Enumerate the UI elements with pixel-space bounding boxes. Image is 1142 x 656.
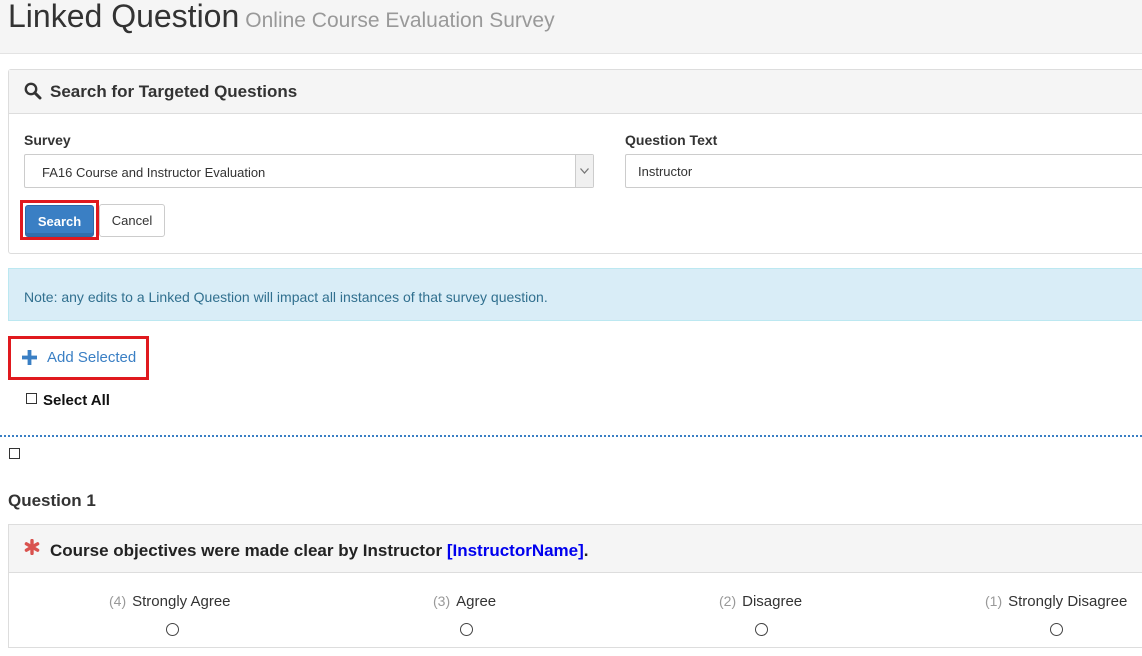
question-text: Course objectives were made clear by Ins…	[50, 541, 589, 561]
piped-field: [InstructorName]	[446, 541, 584, 560]
search-button[interactable]: Search	[25, 205, 94, 237]
question-text-label: Question Text	[625, 132, 718, 148]
survey-select-value: FA16 Course and Instructor Evaluation	[42, 165, 266, 180]
cancel-button[interactable]: Cancel	[99, 204, 165, 237]
select-all-label[interactable]: Select All	[43, 392, 110, 409]
survey-select[interactable]: FA16 Course and Instructor Evaluation	[24, 154, 594, 188]
option-label: (3) Agree	[433, 593, 496, 610]
search-panel-title: Search for Targeted Questions	[50, 82, 298, 101]
info-note: Note: any edits to a Linked Question wil…	[8, 268, 1142, 321]
chevron-down-icon[interactable]	[575, 155, 593, 187]
add-selected-label: Add Selected	[47, 349, 137, 366]
page-subtitle: Online Course Evaluation Survey	[245, 9, 555, 32]
option-score: (2)	[719, 593, 737, 609]
question-text-end: .	[583, 541, 589, 560]
question-text-input[interactable]	[625, 154, 1142, 188]
question-text-main: Course objectives were made clear by Ins…	[50, 541, 447, 560]
required-asterisk-icon	[24, 538, 40, 560]
option-text: Strongly Agree	[132, 593, 231, 610]
option-score: (4)	[109, 593, 127, 609]
option-radio[interactable]	[1050, 623, 1063, 636]
page-title-text: Linked Question	[8, 0, 240, 34]
search-icon	[24, 82, 42, 105]
option-radio[interactable]	[166, 623, 179, 636]
option-score: (3)	[433, 593, 451, 609]
search-panel-heading: Search for Targeted Questions	[9, 70, 1142, 114]
question-checkbox[interactable]	[9, 448, 20, 459]
survey-label: Survey	[24, 132, 71, 148]
question-panel: Course objectives were made clear by Ins…	[8, 524, 1142, 648]
option-radio[interactable]	[755, 623, 768, 636]
option-text: Disagree	[742, 593, 803, 610]
section-divider	[0, 435, 1142, 437]
option-label: (1) Strongly Disagree	[985, 593, 1127, 610]
page-title: Linked Question Online Course Evaluation …	[8, 0, 555, 35]
select-all-checkbox[interactable]	[26, 393, 37, 404]
option-score: (1)	[985, 593, 1003, 609]
search-panel: Search for Targeted Questions Survey FA1…	[8, 69, 1142, 254]
option-label: (2) Disagree	[719, 593, 802, 610]
option-label: (4) Strongly Agree	[109, 593, 231, 610]
option-text: Agree	[456, 593, 497, 610]
option-text: Strongly Disagree	[1008, 593, 1128, 610]
plus-icon	[22, 350, 37, 365]
question-panel-heading: Course objectives were made clear by Ins…	[9, 525, 1142, 573]
question-number: Question 1	[8, 491, 96, 510]
page-header: Linked Question Online Course Evaluation …	[0, 0, 1142, 54]
info-note-text: Note: any edits to a Linked Question wil…	[24, 289, 548, 305]
option-radio[interactable]	[460, 623, 473, 636]
